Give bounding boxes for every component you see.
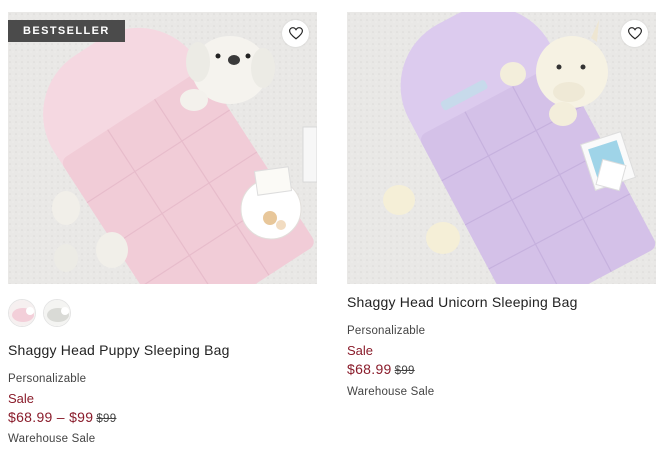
favorite-button[interactable] [282, 20, 309, 47]
personalizable-tag: Personalizable [8, 373, 87, 385]
product-title[interactable]: Shaggy Head Puppy Sleeping Bag [8, 342, 230, 358]
swatch-pink[interactable] [8, 299, 36, 327]
bestseller-badge: BESTSELLER [8, 20, 125, 42]
personalizable-tag: Personalizable [347, 325, 426, 337]
warehouse-sale-label: Warehouse Sale [8, 433, 96, 445]
color-swatches [8, 299, 71, 327]
sale-price: $68.99 – $99 [8, 409, 94, 425]
product-image[interactable] [347, 12, 656, 284]
sale-price: $68.99 [347, 361, 392, 377]
warehouse-sale-label: Warehouse Sale [347, 386, 435, 398]
original-price: $99 [394, 365, 415, 377]
heart-icon [288, 27, 303, 40]
price: $68.99 $99 [347, 361, 415, 377]
swatch-gray[interactable] [43, 299, 71, 327]
original-price: $99 [96, 413, 117, 425]
price: $68.99 – $99 $99 [8, 409, 116, 425]
favorite-button[interactable] [621, 20, 648, 47]
product-title[interactable]: Shaggy Head Unicorn Sleeping Bag [347, 294, 578, 310]
heart-icon [627, 27, 642, 40]
puppy-sleeping-bag-photo [8, 12, 317, 284]
product-card-unicorn[interactable]: Shaggy Head Unicorn Sleeping Bag Persona… [347, 0, 656, 398]
sale-label: Sale [8, 391, 35, 406]
sale-label: Sale [347, 343, 374, 358]
unicorn-sleeping-bag-photo [347, 12, 656, 284]
product-card-puppy[interactable]: BESTSELLER Shaggy Head Puppy Sleeping Ba… [8, 0, 317, 445]
product-image[interactable]: BESTSELLER [8, 12, 317, 284]
